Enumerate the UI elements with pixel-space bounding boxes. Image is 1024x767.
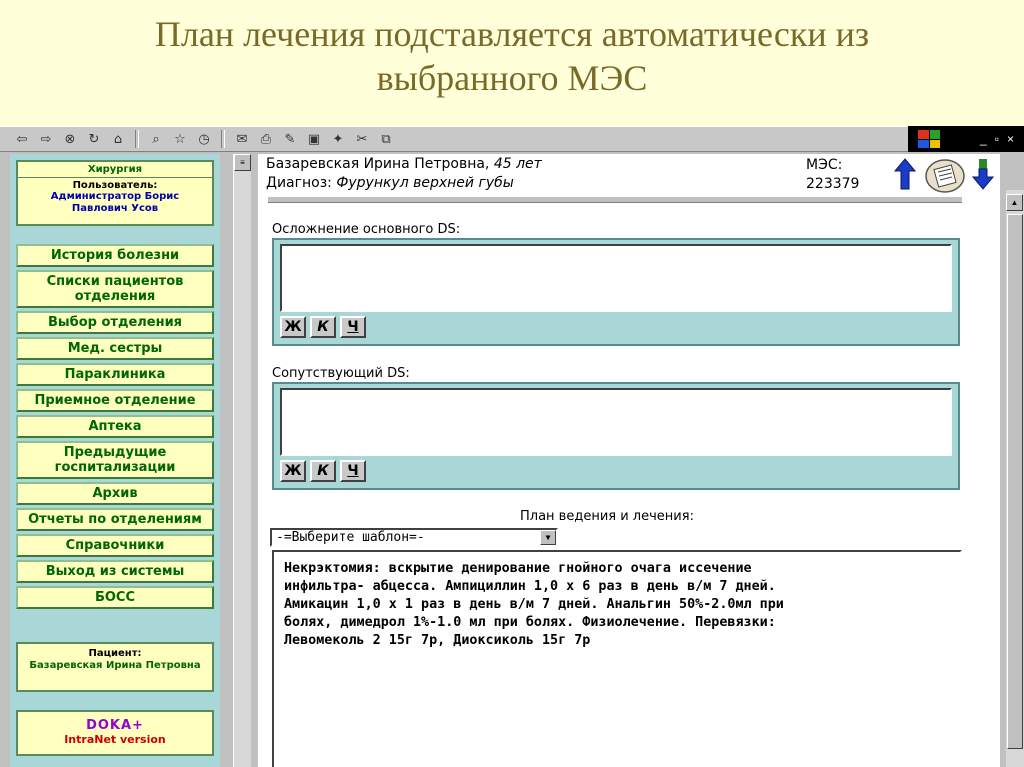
home-icon[interactable]: ⌂	[108, 129, 128, 149]
user-label: Пользователь:	[72, 180, 158, 191]
toolbar-separator	[135, 130, 139, 148]
mes-block: МЭС: 223379	[806, 156, 859, 194]
windows-logo-icon	[918, 130, 940, 148]
messenger-icon[interactable]: ✦	[328, 129, 348, 149]
history-icon[interactable]: ◷	[194, 129, 214, 149]
left-frame-scrollbar[interactable]: ≡	[233, 154, 251, 767]
window-titlebar: _ ▫ ×	[908, 126, 1024, 152]
diagnosis-value: Фурункул верхней губы	[336, 175, 514, 191]
browser-toolbar: ⇦ ⇨ ⊗ ↻ ⌂ ⌕ ☆ ◷ ✉ ⎙ ✎ ▣ ✦ ✂ ⧉	[0, 126, 908, 152]
nav-menu: История болезни Списки пациентов отделен…	[16, 244, 214, 612]
complication-editor: Ж К Ч	[272, 238, 960, 346]
search-icon[interactable]: ⌕	[146, 129, 166, 149]
patient-name: Базаревская Ирина Петровна	[29, 660, 201, 671]
chevron-down-icon[interactable]: ▼	[540, 530, 556, 545]
nav-item-boss[interactable]: БОСС	[16, 586, 214, 609]
diagnosis-label: Диагноз:	[266, 175, 337, 191]
nav-item-directories[interactable]: Справочники	[16, 534, 214, 557]
user-name: Администратор Борис Павлович Усов	[50, 191, 180, 214]
nav-item-archive[interactable]: Архив	[16, 482, 214, 505]
concomitant-label: Сопутствующий DS:	[272, 366, 410, 381]
mail-icon[interactable]: ✉	[232, 129, 252, 149]
patient-header: Базаревская Ирина Петровна, 45 лет Диагн…	[258, 154, 1000, 203]
header-diagnosis: Диагноз: Фурункул верхней губы	[266, 175, 514, 191]
forward-icon[interactable]: ⇨	[36, 129, 56, 149]
template-select-value: -=Выберите шаблон=-	[276, 530, 425, 545]
back-icon[interactable]: ⇦	[12, 129, 32, 149]
italic-button[interactable]: К	[310, 460, 336, 482]
nav-item-previous-stays[interactable]: Предыдущие госпитализации	[16, 441, 214, 479]
arrow-down-icon[interactable]	[972, 158, 994, 190]
nav-item-logout[interactable]: Выход из системы	[16, 560, 214, 583]
concomitant-textarea[interactable]	[280, 388, 952, 456]
nav-item-history[interactable]: История болезни	[16, 244, 214, 267]
department-name: Хирургия	[87, 164, 143, 175]
scrollbar-thumb[interactable]	[1007, 214, 1023, 749]
cut-icon[interactable]: ✂	[352, 129, 372, 149]
nav-item-admission[interactable]: Приемное отделение	[16, 389, 214, 412]
plan-textarea[interactable]: Некрэктомия: вскрытие денирование гнойно…	[272, 550, 962, 767]
slide-title-line2: выбранного МЭС	[376, 58, 648, 98]
underline-button[interactable]: Ч	[340, 316, 366, 338]
mes-value: 223379	[806, 176, 860, 192]
concomitant-editor: Ж К Ч	[272, 382, 960, 490]
stop-icon[interactable]: ⊗	[60, 129, 80, 149]
italic-button[interactable]: К	[310, 316, 336, 338]
slide-title: План лечения подставляется автоматически…	[0, 0, 1024, 126]
minimize-button[interactable]: _	[980, 132, 987, 146]
brand-subtitle: IntraNet version	[64, 733, 166, 746]
close-button[interactable]: ×	[1007, 132, 1014, 146]
sidebar: Хирургия Пользователь: Администратор Бор…	[10, 154, 220, 767]
scroll-lines-icon[interactable]: ≡	[234, 154, 251, 171]
plan-label: План ведения и лечения:	[520, 509, 694, 524]
restore-button[interactable]: ▫	[995, 132, 999, 146]
nav-item-nurses[interactable]: Мед. сестры	[16, 337, 214, 360]
copy-icon[interactable]: ⧉	[376, 129, 396, 149]
nav-item-reports[interactable]: Отчеты по отделениям	[16, 508, 214, 531]
nav-item-paraclinic[interactable]: Параклиника	[16, 363, 214, 386]
complication-label: Осложнение основного DS:	[272, 222, 461, 237]
slide-title-line1: План лечения подставляется автоматически…	[154, 14, 870, 54]
bold-button[interactable]: Ж	[280, 316, 306, 338]
patient-box: Пациент: Базаревская Ирина Петровна	[16, 642, 214, 692]
favorites-icon[interactable]: ☆	[170, 129, 190, 149]
brand-box: DOKA+ IntraNet version	[16, 710, 214, 756]
nav-item-select-dept[interactable]: Выбор отделения	[16, 311, 214, 334]
arrow-up-icon[interactable]	[894, 158, 916, 190]
complication-textarea[interactable]	[280, 244, 952, 312]
mes-label: МЭС:	[806, 157, 843, 173]
header-divider	[268, 197, 962, 203]
underline-button[interactable]: Ч	[340, 460, 366, 482]
discuss-icon[interactable]: ▣	[304, 129, 324, 149]
toolbar-separator	[221, 130, 225, 148]
header-patient-name: Базаревская Ирина Петровна,	[266, 156, 490, 172]
print-icon[interactable]: ⎙	[256, 129, 276, 149]
nav-item-pharmacy[interactable]: Аптека	[16, 415, 214, 438]
edit-icon[interactable]: ✎	[280, 129, 300, 149]
main-scrollbar[interactable]: ▲	[1006, 190, 1024, 767]
template-select[interactable]: -=Выберите шаблон=- ▼	[270, 528, 558, 547]
refresh-icon[interactable]: ↻	[84, 129, 104, 149]
bold-button[interactable]: Ж	[280, 460, 306, 482]
header-patient: Базаревская Ирина Петровна, 45 лет	[266, 156, 542, 172]
user-box: Хирургия Пользователь: Администратор Бор…	[16, 160, 214, 226]
document-stamp-icon[interactable]	[924, 158, 966, 194]
patient-label: Пациент:	[88, 648, 142, 659]
scroll-up-icon[interactable]: ▲	[1006, 194, 1023, 211]
brand-logo: DOKA+	[86, 718, 144, 733]
nav-item-patient-lists[interactable]: Списки пациентов отделения	[16, 270, 214, 308]
main-content: Базаревская Ирина Петровна, 45 лет Диагн…	[258, 154, 1000, 767]
header-patient-age: 45 лет	[489, 156, 542, 172]
